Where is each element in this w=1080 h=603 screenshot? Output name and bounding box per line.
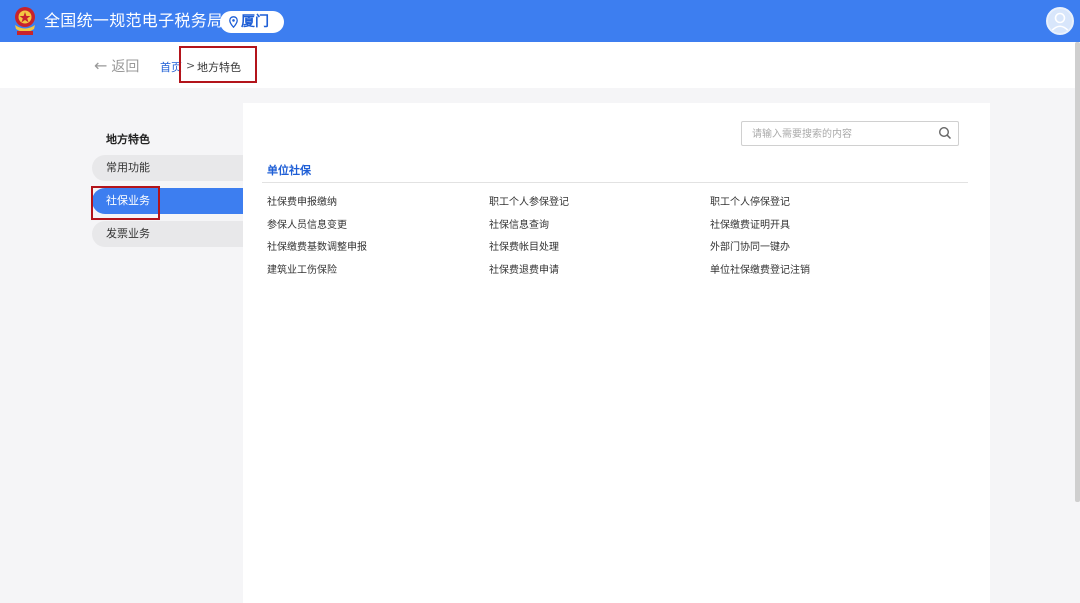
site-title: 全国统一规范电子税务局: [44, 11, 224, 30]
service-link[interactable]: 社保费申报缴纳: [267, 193, 337, 208]
highlight-box-breadcrumb: [179, 46, 257, 83]
content-panel: [243, 103, 990, 603]
user-avatar-icon[interactable]: [1046, 7, 1074, 35]
service-link[interactable]: 社保信息查询: [489, 216, 549, 231]
city-name: 厦门: [241, 14, 269, 30]
city-selector[interactable]: 厦门: [220, 11, 284, 33]
service-link[interactable]: 外部门协同一键办: [710, 238, 790, 253]
search-input[interactable]: [742, 123, 932, 146]
service-link[interactable]: 社保费帐目处理: [489, 238, 559, 253]
scrollbar[interactable]: [1075, 42, 1080, 502]
sidebar-item-common-functions[interactable]: 常用功能: [92, 155, 243, 181]
search-icon[interactable]: [938, 126, 952, 140]
section-title: 单位社保: [267, 164, 311, 177]
service-link[interactable]: 社保费退费申请: [489, 261, 559, 276]
back-button[interactable]: ← 返回: [94, 57, 139, 76]
section-divider: [262, 182, 968, 183]
back-label: 返回: [111, 59, 140, 75]
highlight-box-sidebar: [91, 186, 160, 220]
location-pin-icon: [229, 16, 238, 28]
service-link[interactable]: 社保缴费基数调整申报: [267, 238, 367, 253]
service-link[interactable]: 参保人员信息变更: [267, 216, 347, 231]
service-link[interactable]: 建筑业工伤保险: [267, 261, 337, 276]
top-header: 全国统一规范电子税务局 厦门: [0, 0, 1080, 42]
service-link[interactable]: 职工个人参保登记: [489, 193, 569, 208]
sidebar-item-invoice[interactable]: 发票业务: [92, 221, 243, 247]
sidebar-title: 地方特色: [106, 133, 150, 146]
breadcrumb-bar: ← 返回 首页 > 地方特色: [0, 42, 1080, 88]
arrow-left-icon: ←: [94, 56, 108, 75]
tax-emblem-icon[interactable]: [12, 5, 38, 37]
search-box: [741, 121, 959, 146]
service-link[interactable]: 单位社保缴费登记注销: [710, 261, 810, 276]
service-link[interactable]: 社保缴费证明开具: [710, 216, 790, 231]
service-link[interactable]: 职工个人停保登记: [710, 193, 790, 208]
